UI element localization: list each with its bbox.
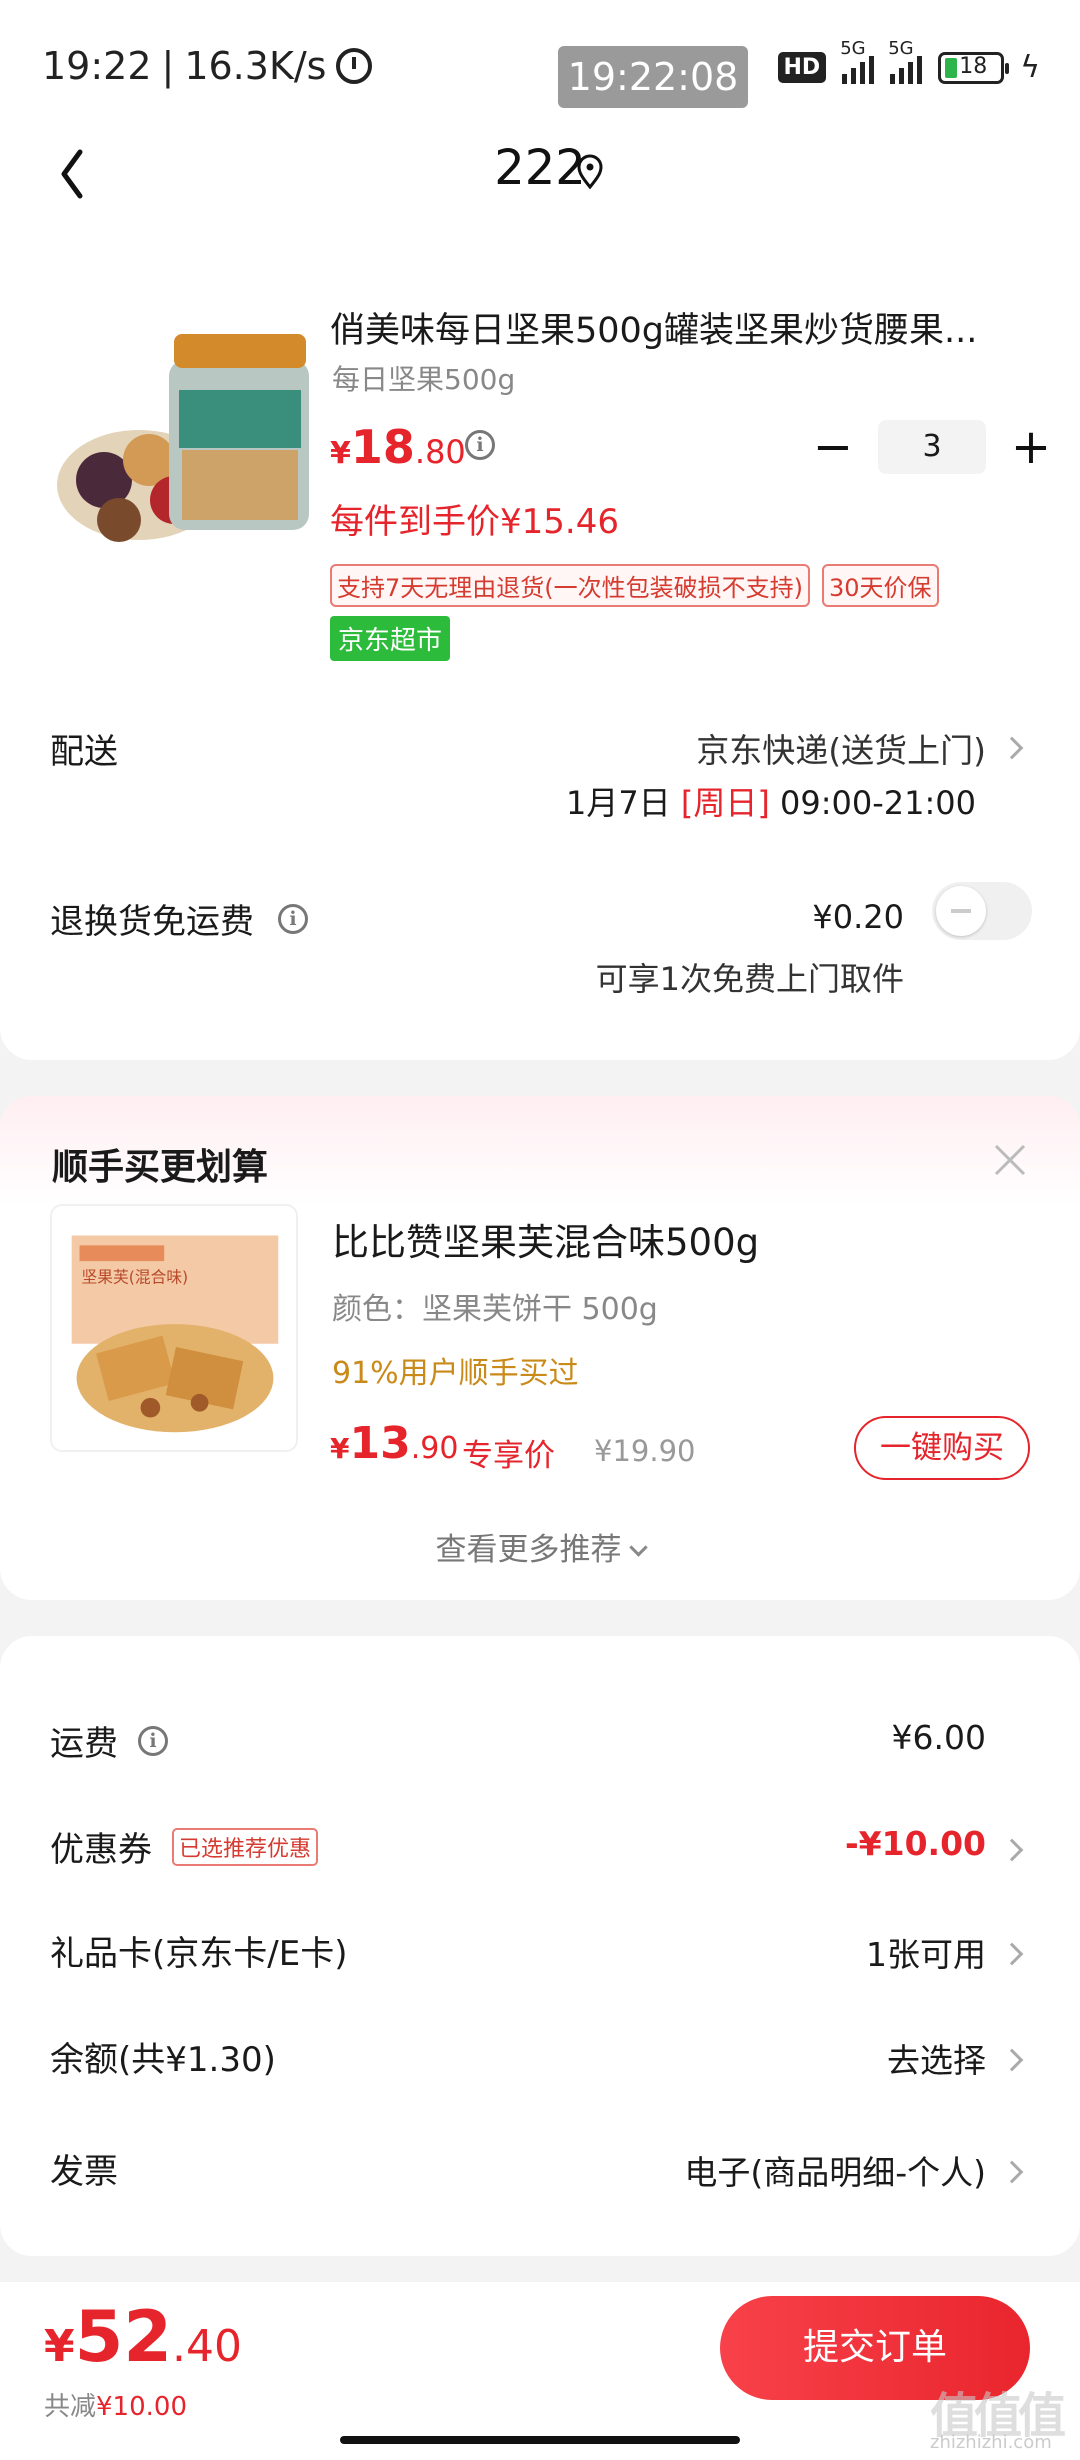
product-price: ¥ 18 .80 [330, 420, 466, 474]
store-tag: 京东超市 [330, 616, 451, 661]
return-shipping-label: 退换货免运费 [50, 902, 254, 942]
coupon-value[interactable]: -¥10.00 [845, 1824, 986, 1863]
shipping-fee-label: 运费 [50, 1724, 118, 1764]
order-total: ¥ 52 .40 [44, 2296, 243, 2378]
shipping-fee-row: 运费 i ¥6.00 [0, 1716, 1080, 1776]
close-icon[interactable] [990, 1140, 1030, 1180]
chevron-right-icon[interactable] [1000, 1838, 1024, 1862]
status-bar: 19:22 | 16.3K/s 19:22:08 HD 5G 5G 18 ϟ [0, 0, 1080, 130]
recommendation-name[interactable]: 比比赞坚果芙混合味500g [332, 1212, 759, 1266]
gift-card-label: 礼品卡(京东卡/E卡) [50, 1934, 348, 1974]
recommendation-title: 顺手买更划算 [52, 1147, 269, 1188]
signal-icon-2: 5G [888, 38, 923, 84]
delivery-method[interactable]: 京东快递(送货上门) [696, 724, 986, 772]
status-time: 19:22 [42, 44, 152, 88]
balance-row[interactable]: 余额(共¥1.30) 去选择 [0, 2032, 1080, 2092]
coupon-label: 优惠券 [50, 1830, 152, 1870]
return-policy-tag: 支持7天无理由退货(一次性包装破损不支持) [330, 564, 810, 607]
recommendation-price: ¥ 13 .90 [330, 1418, 459, 1469]
price-protect-tag: 30天价保 [822, 564, 939, 607]
return-shipping-note: 可享1次免费上门取件 [595, 960, 904, 998]
charging-icon: ϟ [1020, 50, 1040, 85]
recommendation-social-proof: 91%用户顺手买过 [332, 1356, 579, 1391]
chevron-right-icon[interactable] [1000, 736, 1024, 760]
battery-icon: 18 [938, 51, 1010, 84]
more-recommendations-link[interactable]: 查看更多推荐 [0, 1524, 1080, 1569]
signal-icon: 5G [840, 38, 875, 84]
checkout-bar: ¥ 52 .40 共减¥10.00 提交订单 值值值 zhizhizhi.com [0, 2282, 1080, 2460]
return-shipping-row: 退换货免运费 i [50, 894, 308, 943]
recommendation-spec: 颜色：坚果芙饼干 500g [332, 1292, 658, 1327]
product-spec[interactable]: 每日坚果500g [332, 358, 515, 398]
delivery-time[interactable]: 1月7日 [周日] 09:00-21:00 [566, 778, 976, 824]
recommendation-image[interactable]: 坚果芙(混合味) [50, 1204, 298, 1452]
coupon-tag: 已选推荐优惠 [172, 1827, 319, 1866]
product-card: 俏美味每日坚果500g罐装坚果炒货腰果... 每日坚果500g ¥ 18 .80… [0, 240, 1080, 1060]
info-icon[interactable]: i [138, 1725, 168, 1756]
balance-value[interactable]: 去选择 [887, 2034, 986, 2082]
invoice-label: 发票 [50, 2152, 118, 2192]
status-left: 19:22 | 16.3K/s [42, 44, 373, 88]
invoice-row[interactable]: 发票 电子(商品明细-个人) [0, 2144, 1080, 2204]
recommendation-card: 顺手买更划算 坚果芙(混合味) 比比赞坚果芙混合味500g 颜色：坚果芙饼干 5… [0, 1096, 1080, 1600]
coupon-row[interactable]: 优惠券 已选推荐优惠 -¥10.00 [0, 1822, 1080, 1882]
return-shipping-toggle[interactable] [932, 882, 1032, 940]
shipping-fee-value: ¥6.00 [891, 1718, 986, 1757]
balance-label: 余额(共¥1.30) [50, 2040, 276, 2080]
delivery-label: 配送 [50, 732, 118, 772]
fees-card: 运费 i ¥6.00 优惠券 已选推荐优惠 -¥10.00 礼品卡(京东卡/E卡) … [0, 1636, 1080, 2256]
one-click-buy-button[interactable]: 一键购买 [854, 1416, 1030, 1480]
product-image[interactable] [54, 320, 314, 550]
exclusive-price-label: 专享价 [462, 1438, 555, 1474]
status-speed: 16.3K/s [184, 44, 327, 88]
decrease-button[interactable]: − [808, 419, 858, 475]
chevron-down-icon [628, 1538, 648, 1557]
invoice-value[interactable]: 电子(商品明细-个人) [684, 2146, 986, 2194]
original-price: ¥19.90 [594, 1434, 696, 1468]
home-indicator[interactable] [340, 2436, 740, 2444]
status-right: HD 5G 5G 18 ϟ [777, 38, 1040, 85]
increase-button[interactable]: + [1006, 419, 1056, 475]
quantity-input[interactable]: 3 [878, 420, 986, 474]
product-title[interactable]: 俏美味每日坚果500g罐装坚果炒货腰果... [330, 302, 1030, 353]
status-divider: | [161, 44, 175, 88]
gift-card-row[interactable]: 礼品卡(京东卡/E卡) 1张可用 [0, 1926, 1080, 1986]
unit-price: 每件到手价¥15.46 [330, 502, 619, 542]
gift-card-value[interactable]: 1张可用 [866, 1928, 986, 1976]
hd-icon: HD [777, 52, 827, 83]
chevron-right-icon[interactable] [1000, 2048, 1024, 2072]
location-pin-icon[interactable] [575, 154, 605, 190]
savings-text: 共减¥10.00 [44, 2392, 187, 2422]
chevron-right-icon[interactable] [1000, 1942, 1024, 1966]
watermark-url: zhizhizhi.com [930, 2432, 1052, 2453]
address-title[interactable]: 222 [0, 140, 1080, 196]
quantity-stepper: − 3 + [808, 419, 1056, 475]
chevron-right-icon[interactable] [1000, 2160, 1024, 2184]
svg-text:坚果芙(混合味): 坚果芙(混合味) [82, 1268, 189, 1287]
info-icon[interactable]: i [278, 903, 308, 934]
return-shipping-price: ¥0.20 [812, 898, 904, 936]
header: 222 [0, 130, 1080, 240]
service-tags: 支持7天无理由退货(一次性包装破损不支持) 30天价保 [330, 564, 939, 607]
clock-overlay: 19:22:08 [558, 46, 748, 108]
price-info-icon[interactable]: i [465, 430, 495, 460]
alarm-icon [336, 48, 373, 84]
